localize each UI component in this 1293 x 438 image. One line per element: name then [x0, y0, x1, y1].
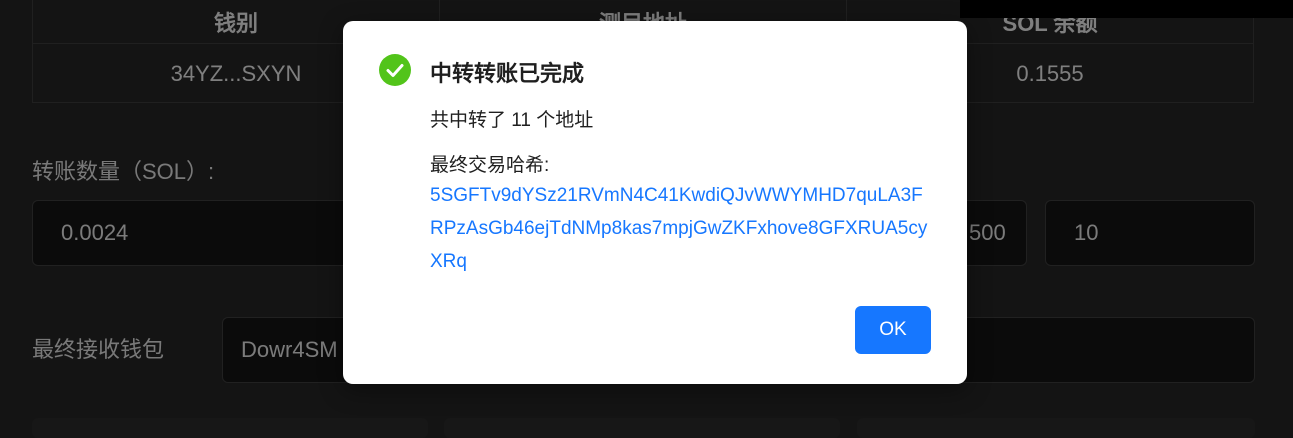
- dialog-title: 中转转账已完成: [430, 61, 585, 86]
- transfer-field-3[interactable]: 10: [1045, 200, 1255, 266]
- action-button[interactable]: [32, 418, 428, 438]
- transaction-hash-link[interactable]: 5SGFTv9dYSz21RVmN4C41KwdiQJvWWYMHD7quLA3…: [430, 179, 930, 278]
- hash-label: 最终交易哈希:: [430, 155, 550, 176]
- action-button[interactable]: [857, 418, 1255, 438]
- check-circle-icon: [379, 54, 411, 86]
- top-edge-bar: [960, 0, 1293, 18]
- receiver-wallet-label: 最终接收钱包: [32, 337, 165, 362]
- dialog-summary: 共中转了 11 个地址: [430, 110, 594, 131]
- success-dialog: 中转转账已完成 共中转了 11 个地址 最终交易哈希: 5SGFTv9dYSz2…: [343, 21, 967, 384]
- ok-button[interactable]: OK: [855, 306, 931, 354]
- transfer-amount-label: 转账数量（SOL）:: [32, 159, 215, 184]
- action-button[interactable]: [444, 418, 840, 438]
- transfer-amount-input[interactable]: 0.0024: [32, 200, 362, 266]
